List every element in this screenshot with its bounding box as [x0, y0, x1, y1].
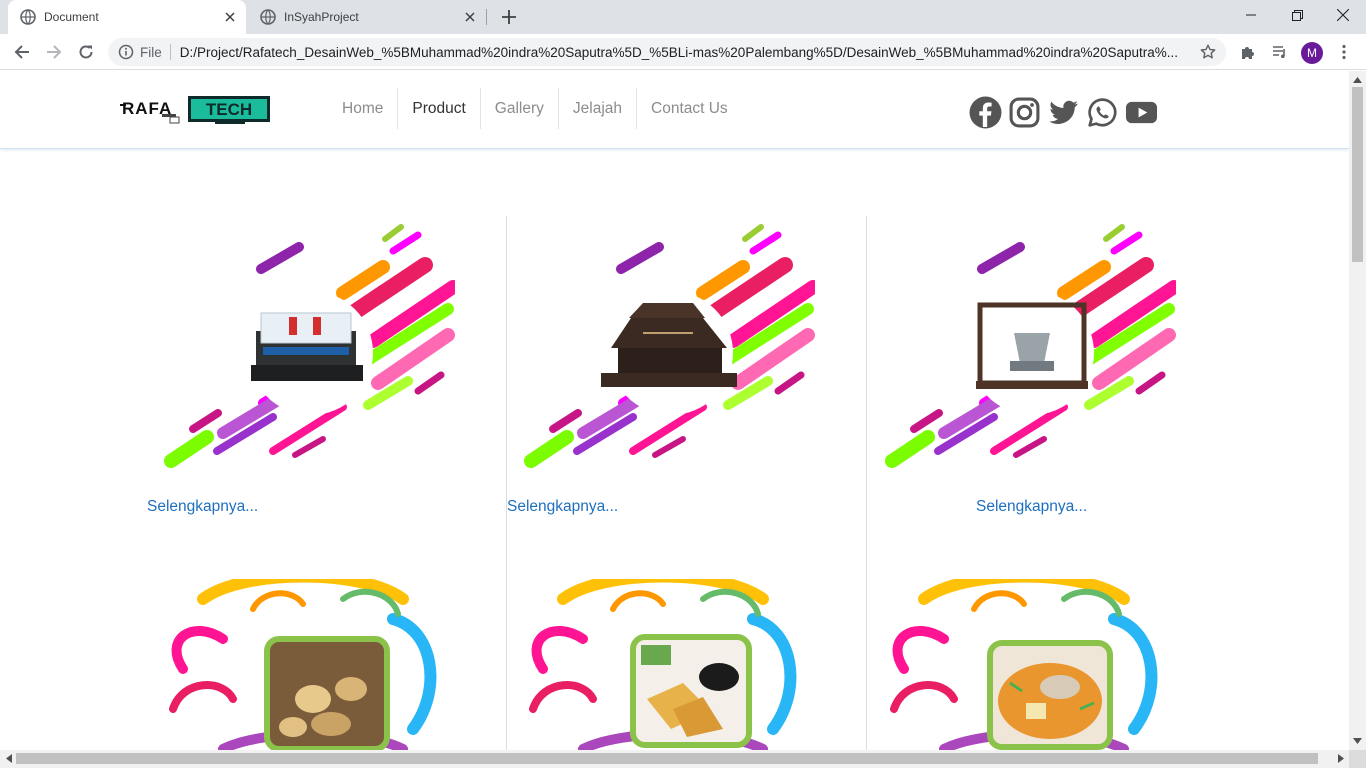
address-bar[interactable]: File D:/Project/Rafatech_DesainWeb_%5BMu… [108, 38, 1226, 66]
tab-title: InSyahProject [284, 10, 359, 24]
product-more-link-2[interactable]: Selengkapnya... [507, 498, 618, 516]
food-card-image-pindang[interactable] [884, 579, 1164, 750]
scroll-left-arrow-icon[interactable] [4, 754, 13, 763]
tab-title: Document [44, 10, 99, 24]
product-card-image-limas-house[interactable] [523, 223, 815, 469]
reload-icon[interactable] [72, 38, 100, 66]
site-header: TECH RAFA Home Product Gallery Jelajah C… [0, 71, 1349, 149]
nav-product[interactable]: Product [397, 88, 479, 129]
whatsapp-icon[interactable] [1086, 96, 1119, 129]
horizontal-scroll-thumb[interactable] [16, 753, 1318, 764]
more-menu-icon[interactable] [1330, 38, 1358, 66]
close-tab-icon[interactable] [462, 9, 478, 25]
minimize-icon[interactable] [1228, 0, 1274, 30]
scroll-right-arrow-icon[interactable] [1336, 754, 1345, 763]
column-divider [506, 216, 507, 750]
scroll-down-arrow-icon[interactable] [1353, 736, 1362, 745]
social-links [969, 96, 1158, 129]
nav-gallery[interactable]: Gallery [479, 88, 558, 129]
svg-text:TECH: TECH [206, 100, 252, 119]
globe-icon [260, 9, 276, 25]
nav-jelajah[interactable]: Jelajah [557, 88, 636, 129]
product-more-link-1[interactable]: Selengkapnya... [147, 498, 258, 516]
close-tab-icon[interactable] [222, 9, 238, 25]
globe-icon [20, 9, 36, 25]
tab-document[interactable]: Document [8, 0, 246, 34]
main-nav: Home Product Gallery Jelajah Contact Us [328, 88, 742, 129]
facebook-icon[interactable] [969, 96, 1002, 129]
instagram-icon[interactable] [1008, 96, 1041, 129]
vertical-scroll-thumb[interactable] [1352, 87, 1363, 262]
product-card-image-trophy-case[interactable] [884, 223, 1176, 469]
media-queue-icon[interactable] [1266, 38, 1294, 66]
food-card-image-tahu[interactable] [523, 579, 803, 750]
scrollbar-corner [1349, 750, 1366, 768]
tab-separator [486, 9, 487, 25]
url-scheme-label: File [140, 44, 162, 60]
column-divider [866, 216, 867, 750]
nav-contact-us[interactable]: Contact Us [636, 88, 742, 129]
new-tab-icon[interactable] [497, 5, 521, 29]
url-text[interactable]: D:/Project/Rafatech_DesainWeb_%5BMuhamma… [180, 45, 1196, 60]
youtube-icon[interactable] [1125, 96, 1158, 129]
omnibox-divider [169, 44, 171, 60]
page-viewport: TECH RAFA Home Product Gallery Jelajah C… [0, 71, 1349, 750]
browser-toolbar: File D:/Project/Rafatech_DesainWeb_%5BMu… [0, 34, 1366, 70]
scroll-up-arrow-icon[interactable] [1353, 75, 1362, 84]
nav-home[interactable]: Home [328, 88, 397, 129]
twitter-icon[interactable] [1047, 96, 1080, 129]
extensions-puzzle-icon[interactable] [1234, 38, 1262, 66]
info-icon[interactable] [118, 44, 134, 60]
product-more-link-3[interactable]: Selengkapnya... [976, 498, 1087, 516]
food-card-image-pempek[interactable] [163, 579, 443, 750]
horizontal-scrollbar[interactable] [0, 750, 1349, 768]
restore-icon[interactable] [1274, 0, 1320, 30]
vertical-scrollbar[interactable] [1349, 71, 1366, 750]
tab-strip: Document InSyahProject [0, 0, 1366, 34]
bookmark-star-icon[interactable] [1196, 40, 1220, 64]
product-card-image-songket[interactable] [163, 223, 455, 469]
tab-insyahproject[interactable]: InSyahProject [248, 0, 486, 34]
forward-arrow-icon[interactable] [40, 38, 68, 66]
profile-avatar[interactable]: M [1301, 42, 1323, 64]
close-window-icon[interactable] [1320, 0, 1366, 30]
back-arrow-icon[interactable] [8, 38, 36, 66]
site-logo[interactable]: TECH RAFA [120, 92, 272, 126]
